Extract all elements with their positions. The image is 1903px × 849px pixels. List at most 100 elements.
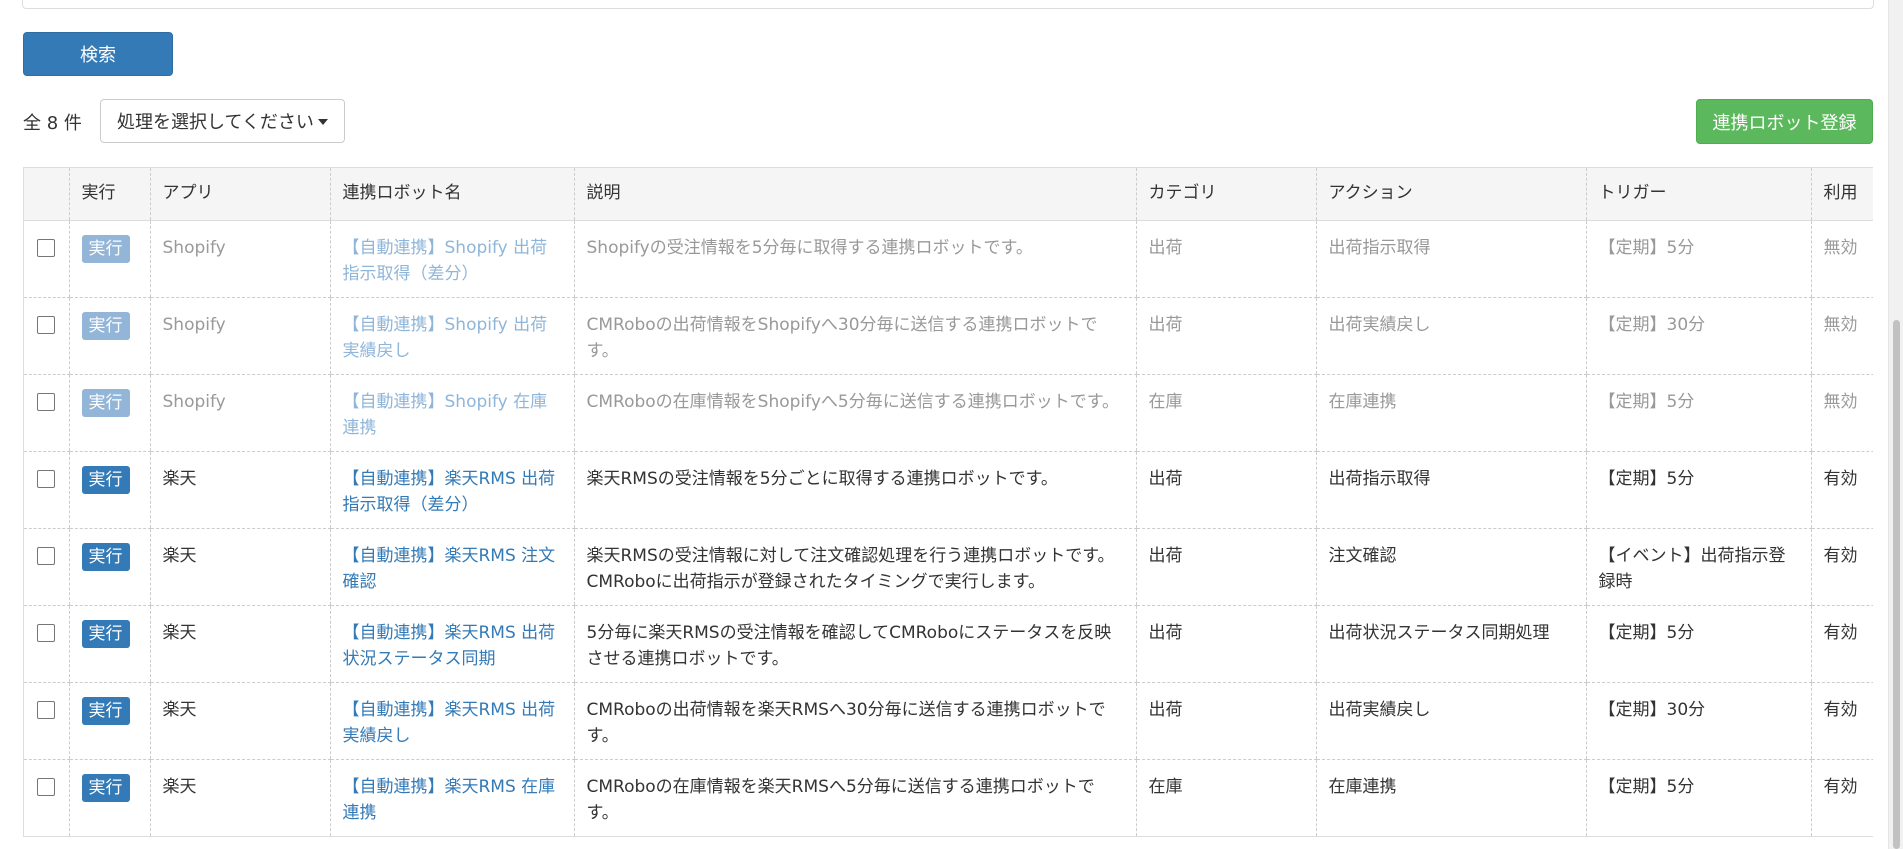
col-header-robot-name[interactable]: 連携ロボット名	[330, 168, 574, 220]
app-cell: Shopify	[150, 297, 330, 374]
row-select-cell	[24, 220, 69, 297]
row-checkbox[interactable]	[37, 316, 55, 334]
action-cell: 出荷実績戻し	[1316, 297, 1586, 374]
table-row: 実行 楽天 【自動連携】楽天RMS 出荷実績戻し CMRoboの出荷情報を楽天R…	[24, 682, 1873, 759]
robot-name-link[interactable]: 【自動連携】楽天RMS 注文確認	[343, 546, 556, 592]
action-cell: 出荷指示取得	[1316, 220, 1586, 297]
row-checkbox[interactable]	[37, 470, 55, 488]
robot-name-cell: 【自動連携】Shopify 在庫連携	[330, 374, 574, 451]
table-row: 実行 Shopify 【自動連携】Shopify 出荷指示取得（差分） Shop…	[24, 220, 1873, 297]
run-button[interactable]: 実行	[82, 543, 130, 571]
category-cell: 出荷	[1136, 297, 1316, 374]
search-form-panel	[22, 0, 1874, 9]
action-cell: 出荷指示取得	[1316, 451, 1586, 528]
action-cell: 在庫連携	[1316, 374, 1586, 451]
run-button[interactable]: 実行	[82, 312, 130, 340]
status-cell: 無効	[1811, 297, 1873, 374]
table-row: 実行 楽天 【自動連携】楽天RMS 出荷状況ステータス同期 5分毎に楽天RMSの…	[24, 605, 1873, 682]
trigger-cell: 【定期】5分	[1586, 374, 1811, 451]
robot-name-link[interactable]: 【自動連携】楽天RMS 在庫連携	[343, 777, 556, 823]
app-cell: 楽天	[150, 451, 330, 528]
bulk-action-select-value: 処理を選択してください	[117, 108, 314, 134]
col-header-trigger[interactable]: トリガー	[1586, 168, 1811, 220]
description-cell: CMRoboの出荷情報を楽天RMSへ30分毎に送信する連携ロボットです。	[574, 682, 1136, 759]
run-button[interactable]: 実行	[82, 697, 130, 725]
status-cell: 有効	[1811, 605, 1873, 682]
register-robot-button[interactable]: 連携ロボット登録	[1696, 99, 1873, 144]
description-cell: 楽天RMSの受注情報に対して注文確認処理を行う連携ロボットです。 CMRoboに…	[574, 528, 1136, 605]
robot-name-link[interactable]: 【自動連携】Shopify 出荷指示取得（差分）	[343, 238, 548, 284]
col-header-status[interactable]: 利用	[1811, 168, 1873, 220]
robot-table-container: 実行 アプリ 連携ロボット名 説明 カテゴリ アクション トリガー 利用 実行 …	[23, 167, 1873, 837]
row-select-cell	[24, 759, 69, 836]
trigger-cell: 【定期】5分	[1586, 759, 1811, 836]
trigger-cell: 【定期】5分	[1586, 451, 1811, 528]
col-header-description[interactable]: 説明	[574, 168, 1136, 220]
robot-name-link[interactable]: 【自動連携】Shopify 出荷実績戻し	[343, 315, 548, 361]
row-select-cell	[24, 682, 69, 759]
run-button[interactable]: 実行	[82, 235, 130, 263]
row-checkbox[interactable]	[37, 239, 55, 257]
table-row: 実行 楽天 【自動連携】楽天RMS 注文確認 楽天RMSの受注情報に対して注文確…	[24, 528, 1873, 605]
description-cell: CMRoboの出荷情報をShopifyへ30分毎に送信する連携ロボットです。	[574, 297, 1136, 374]
trigger-cell: 【定期】30分	[1586, 297, 1811, 374]
run-button[interactable]: 実行	[82, 466, 130, 494]
row-checkbox[interactable]	[37, 778, 55, 796]
run-button[interactable]: 実行	[82, 620, 130, 648]
col-header-category[interactable]: カテゴリ	[1136, 168, 1316, 220]
robot-name-cell: 【自動連携】Shopify 出荷実績戻し	[330, 297, 574, 374]
bulk-action-select[interactable]: 処理を選択してください	[100, 99, 345, 143]
category-cell: 出荷	[1136, 605, 1316, 682]
robot-name-link[interactable]: 【自動連携】Shopify 在庫連携	[343, 392, 548, 438]
run-cell: 実行	[69, 682, 150, 759]
trigger-cell: 【定期】5分	[1586, 220, 1811, 297]
row-checkbox[interactable]	[37, 624, 55, 642]
status-cell: 有効	[1811, 528, 1873, 605]
robot-name-link[interactable]: 【自動連携】楽天RMS 出荷指示取得（差分）	[343, 469, 556, 515]
run-button[interactable]: 実行	[82, 774, 130, 802]
run-cell: 実行	[69, 605, 150, 682]
table-header-row: 実行 アプリ 連携ロボット名 説明 カテゴリ アクション トリガー 利用	[24, 168, 1873, 220]
robot-name-cell: 【自動連携】楽天RMS 出荷実績戻し	[330, 682, 574, 759]
app-cell: 楽天	[150, 605, 330, 682]
row-checkbox[interactable]	[37, 393, 55, 411]
run-cell: 実行	[69, 528, 150, 605]
run-button[interactable]: 実行	[82, 389, 130, 417]
trigger-cell: 【イベント】出荷指示登録時	[1586, 528, 1811, 605]
row-checkbox[interactable]	[37, 547, 55, 565]
robot-name-link[interactable]: 【自動連携】楽天RMS 出荷実績戻し	[343, 700, 556, 746]
table-row: 実行 楽天 【自動連携】楽天RMS 出荷指示取得（差分） 楽天RMSの受注情報を…	[24, 451, 1873, 528]
col-header-run[interactable]: 実行	[69, 168, 150, 220]
run-cell: 実行	[69, 220, 150, 297]
col-header-select	[24, 168, 69, 220]
row-checkbox[interactable]	[37, 701, 55, 719]
action-cell: 在庫連携	[1316, 759, 1586, 836]
description-cell: CMRoboの在庫情報を楽天RMSへ5分毎に送信する連携ロボットです。	[574, 759, 1136, 836]
app-cell: Shopify	[150, 220, 330, 297]
trigger-cell: 【定期】5分	[1586, 605, 1811, 682]
row-select-cell	[24, 374, 69, 451]
action-cell: 注文確認	[1316, 528, 1586, 605]
robot-name-link[interactable]: 【自動連携】楽天RMS 出荷状況ステータス同期	[343, 623, 556, 669]
app-cell: Shopify	[150, 374, 330, 451]
col-header-action[interactable]: アクション	[1316, 168, 1586, 220]
trigger-cell: 【定期】30分	[1586, 682, 1811, 759]
category-cell: 在庫	[1136, 759, 1316, 836]
description-cell: 楽天RMSの受注情報を5分ごとに取得する連携ロボットです。	[574, 451, 1136, 528]
run-cell: 実行	[69, 374, 150, 451]
table-row: 実行 Shopify 【自動連携】Shopify 出荷実績戻し CMRoboの出…	[24, 297, 1873, 374]
robot-name-cell: 【自動連携】楽天RMS 在庫連携	[330, 759, 574, 836]
col-header-app[interactable]: アプリ	[150, 168, 330, 220]
table-row: 実行 Shopify 【自動連携】Shopify 在庫連携 CMRoboの在庫情…	[24, 374, 1873, 451]
app-cell: 楽天	[150, 759, 330, 836]
run-cell: 実行	[69, 451, 150, 528]
robot-table: 実行 アプリ 連携ロボット名 説明 カテゴリ アクション トリガー 利用 実行 …	[24, 168, 1873, 837]
total-count: 全 8 件	[23, 109, 82, 135]
app-cell: 楽天	[150, 682, 330, 759]
page-scrollbar-thumb[interactable]	[1893, 320, 1900, 849]
category-cell: 出荷	[1136, 451, 1316, 528]
search-button[interactable]: 検索	[23, 32, 173, 76]
row-select-cell	[24, 297, 69, 374]
row-select-cell	[24, 605, 69, 682]
action-cell: 出荷実績戻し	[1316, 682, 1586, 759]
